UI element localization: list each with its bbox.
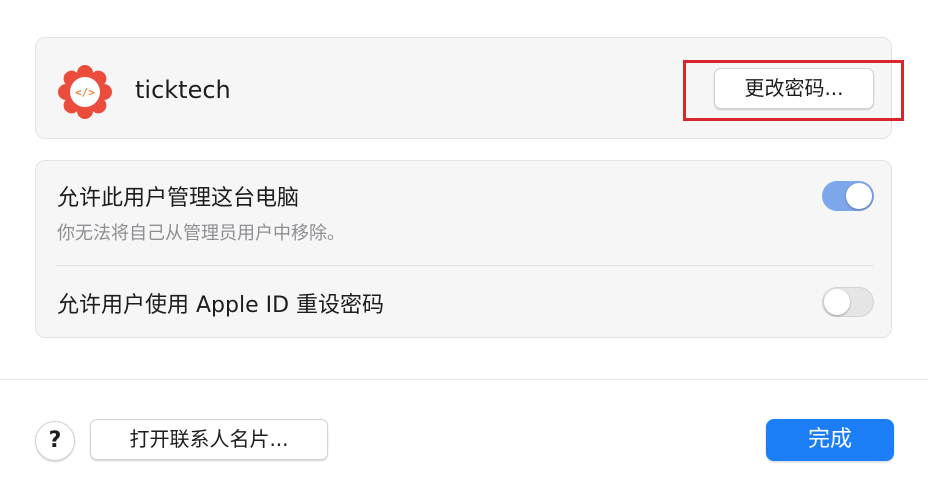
settings-card: 允许此用户管理这台电脑 你无法将自己从管理员用户中移除。 允许用户使用 Appl…	[35, 160, 892, 338]
apple-id-reset-toggle[interactable]	[822, 287, 874, 317]
apple-id-reset-title: 允许用户使用 Apple ID 重设密码	[57, 293, 385, 318]
username: ticktech	[135, 76, 231, 104]
toggle-knob	[824, 289, 850, 315]
done-button[interactable]: 完成	[766, 419, 894, 461]
admin-setting-title: 允许此用户管理这台电脑	[57, 186, 300, 211]
open-contact-card-button[interactable]: 打开联系人名片...	[90, 419, 328, 460]
toggle-knob	[846, 183, 872, 209]
admin-setting-subtitle: 你无法将自己从管理员用户中移除。	[57, 223, 345, 244]
help-button[interactable]: ?	[35, 421, 75, 461]
footer-separator	[0, 379, 928, 380]
highlight-box	[683, 60, 904, 121]
admin-toggle[interactable]	[822, 181, 874, 211]
avatar-glyph: </>	[75, 86, 95, 99]
divider	[56, 265, 873, 266]
code-badge-icon: </>	[56, 63, 114, 121]
